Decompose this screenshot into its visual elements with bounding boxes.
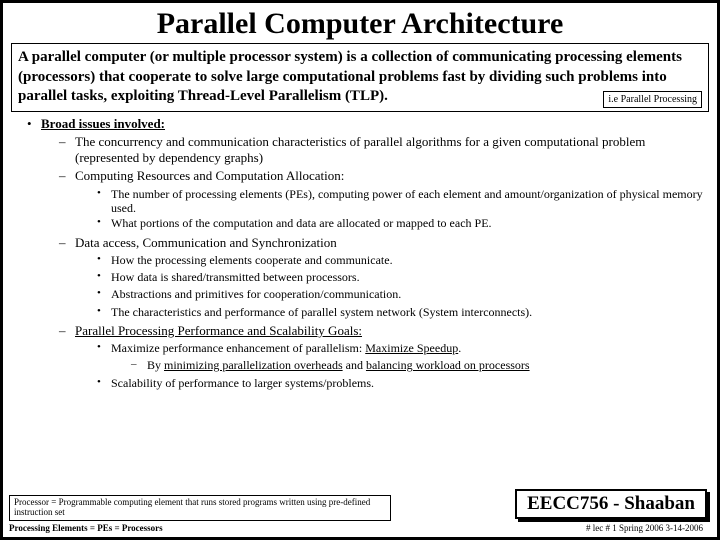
- item-portions: What portions of the computation and dat…: [111, 216, 707, 230]
- item-cooperate: How the processing elements cooperate an…: [111, 253, 707, 267]
- slide: Parallel Computer Architecture A paralle…: [0, 0, 720, 540]
- item-resources: Computing Resources and Computation Allo…: [75, 168, 705, 184]
- item-scalability: Scalability of performance to larger sys…: [111, 376, 707, 390]
- item-abstractions: Abstractions and primitives for cooperat…: [111, 287, 707, 301]
- definition-box: A parallel computer (or multiple process…: [11, 43, 709, 112]
- item-network: The characteristics and performance of p…: [111, 305, 707, 319]
- definition-text: A parallel computer (or multiple process…: [18, 49, 682, 104]
- item-minimizing: By minimizing parallelization overheads …: [147, 358, 707, 373]
- definition-annotation: i.e Parallel Processing: [603, 91, 702, 108]
- footnote-processor: Processor = Programmable computing eleme…: [9, 495, 391, 521]
- slide-title: Parallel Computer Architecture: [11, 7, 709, 41]
- course-box: EECC756 - Shaaban: [515, 489, 707, 519]
- heading-broad-issues: Broad issues involved:: [41, 116, 701, 132]
- item-maximize: Maximize performance enhancement of para…: [111, 341, 707, 355]
- item-shared: How data is shared/transmitted between p…: [111, 270, 707, 284]
- item-pes: The number of processing elements (PEs),…: [111, 187, 707, 216]
- footer: Processor = Programmable computing eleme…: [9, 495, 711, 533]
- slide-meta: # lec # 1 Spring 2006 3-14-2006: [586, 523, 703, 533]
- item-goals: Parallel Processing Performance and Scal…: [75, 323, 362, 338]
- content: •Broad issues involved: –The concurrency…: [11, 116, 709, 392]
- item-concurrency: The concurrency and communication charac…: [75, 134, 705, 167]
- item-data-access: Data access, Communication and Synchroni…: [75, 235, 705, 251]
